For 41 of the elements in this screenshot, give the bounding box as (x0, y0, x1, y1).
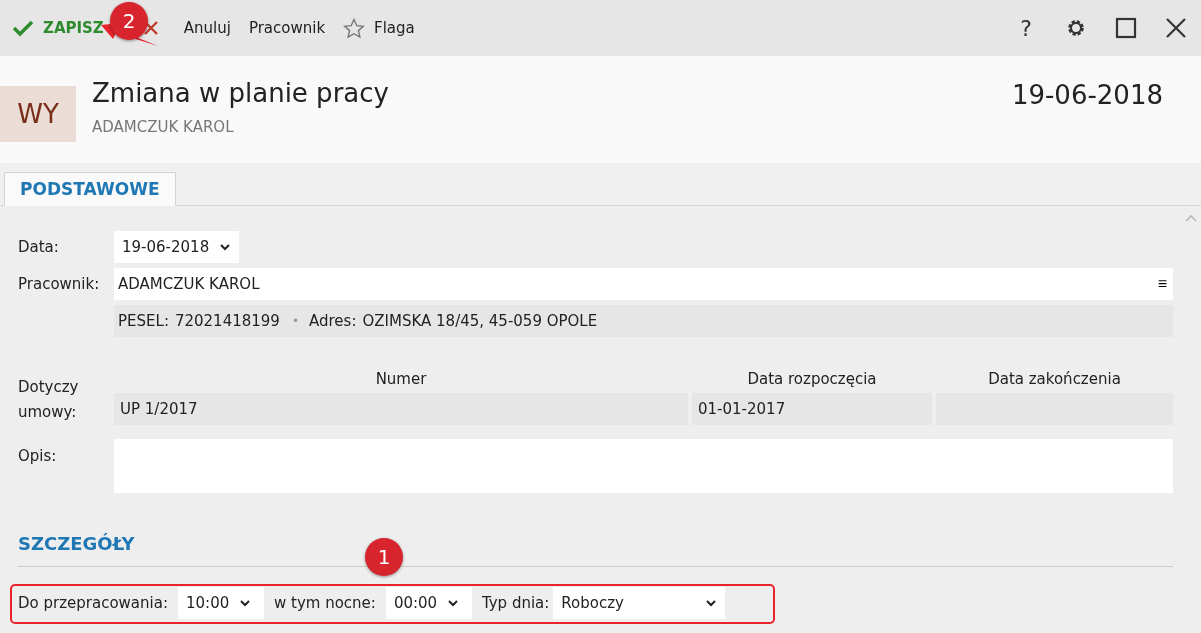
settings-icon[interactable] (1065, 17, 1087, 39)
field-label: w tym nocne: (274, 594, 376, 612)
dropdown[interactable]: Roboczy (553, 587, 726, 619)
tab[interactable]: PODSTAWOWE (4, 172, 176, 206)
document-date: 19-06-2018 (1011, 80, 1163, 110)
info-label: PESEL: (118, 312, 169, 330)
menu-button[interactable]: ≡ (1157, 275, 1167, 293)
employee-name: ADAMCZUK KAROL (92, 118, 235, 136)
maximize-icon[interactable] (1115, 17, 1137, 39)
document-title: Zmiana w planie pracy (92, 78, 390, 108)
field-label: Opis: (18, 447, 58, 465)
column-header: Data zakończenia (987, 369, 1122, 390)
column-header: Data rozpoczęcia (746, 369, 878, 390)
chevron-down-icon (447, 598, 460, 608)
toolbar-button[interactable]: Flaga (343, 17, 415, 39)
dropdown[interactable]: 19-06-2018 (114, 231, 240, 263)
chevron-down-icon (705, 598, 718, 608)
info-value: 72021418199 (174, 312, 280, 330)
info-value: OZIMSKA 18/45, 45-059 OPOLE (362, 312, 598, 330)
toolbar-button[interactable]: Anuluj (183, 19, 231, 37)
employee-field[interactable]: ADAMCZUK KAROL ≡ (114, 268, 1173, 300)
field-label: Pracownik: (18, 275, 101, 293)
star-icon (343, 17, 366, 39)
dropdown[interactable]: 10:00 (178, 587, 264, 619)
field-label: Data: (18, 238, 60, 256)
document-badge: WY (0, 86, 76, 142)
field-label: Dotyczy umowy: (18, 377, 80, 423)
separator-dot: • (291, 314, 299, 328)
chevron-down-icon (239, 598, 252, 608)
field-label: Typ dnia: (481, 594, 550, 612)
field-label: Do przepracowania: (18, 594, 168, 612)
help-button[interactable]: ? (1015, 15, 1037, 41)
check-icon (12, 18, 34, 38)
dropdown[interactable]: 00:00 (385, 587, 472, 619)
table-cell: 01-01-2017 (692, 393, 932, 425)
toolbar-button[interactable]: Pracownik (248, 19, 326, 37)
close-icon[interactable] (1165, 17, 1187, 39)
table-cell: UP 1/2017 (114, 393, 688, 425)
column-header: Numer (374, 369, 428, 390)
info-label: Adres: (309, 312, 357, 330)
chevron-down-icon (219, 242, 232, 252)
